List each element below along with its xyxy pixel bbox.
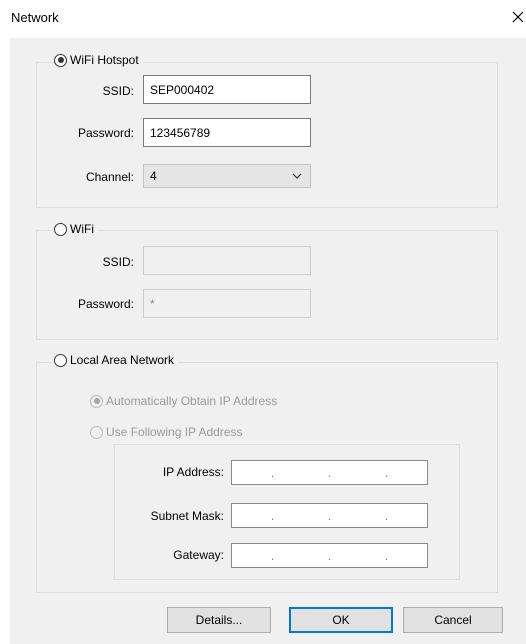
ip-dot: . xyxy=(327,508,332,523)
ok-button-label: OK xyxy=(332,613,350,627)
ok-button[interactable]: OK xyxy=(289,607,393,633)
radio-unchecked-icon[interactable] xyxy=(54,222,67,236)
manual-ip-radio[interactable]: Use Following IP Address xyxy=(90,425,243,439)
ip-dot: . xyxy=(327,548,332,563)
hotspot-ssid-value: SEP000402 xyxy=(150,82,215,97)
radio-unchecked-icon[interactable] xyxy=(90,425,103,439)
ip-dot: . xyxy=(384,465,389,480)
auto-ip-label: Automatically Obtain IP Address xyxy=(106,394,278,408)
wifi-ssid-input[interactable] xyxy=(143,246,311,275)
lan-label: Local Area Network xyxy=(70,353,175,367)
wifi-ssid-label: SSID: xyxy=(102,255,134,269)
hotspot-ssid-input[interactable]: SEP000402 xyxy=(143,75,311,104)
close-icon[interactable] xyxy=(508,6,526,26)
wifi-radio[interactable]: WiFi xyxy=(52,221,98,237)
window-title: Network xyxy=(11,10,59,25)
hotspot-ssid-label: SSID: xyxy=(102,84,134,98)
wifi-password-input[interactable]: * xyxy=(143,289,311,318)
cancel-button[interactable]: Cancel xyxy=(403,607,503,633)
gateway-input[interactable]: . . . xyxy=(231,543,428,568)
wifi-hotspot-radio[interactable]: WiFi Hotspot xyxy=(52,52,143,68)
ip-dot: . xyxy=(270,548,275,563)
hotspot-password-input[interactable]: 123456789 xyxy=(143,118,311,147)
manual-ip-label: Use Following IP Address xyxy=(106,425,243,439)
radio-checked-icon[interactable] xyxy=(90,394,103,408)
ip-dot: . xyxy=(384,548,389,563)
auto-ip-radio[interactable]: Automatically Obtain IP Address xyxy=(90,394,277,408)
ip-address-input[interactable]: . . . xyxy=(231,460,428,485)
ip-dot: . xyxy=(327,465,332,480)
wifi-password-label: Password: xyxy=(77,297,134,311)
hotspot-password-value: 123456789 xyxy=(150,125,211,140)
details-button-label: Details... xyxy=(195,613,243,627)
details-button[interactable]: Details... xyxy=(167,607,271,633)
radio-unchecked-icon[interactable] xyxy=(54,353,67,367)
gateway-label: Gateway: xyxy=(173,548,224,562)
wifi-password-value: * xyxy=(150,296,155,311)
radio-checked-icon[interactable] xyxy=(54,53,67,67)
wifi-hotspot-label: WiFi Hotspot xyxy=(70,53,139,67)
ip-dot: . xyxy=(270,508,275,523)
hotspot-password-label: Password: xyxy=(77,126,134,140)
title-bar: Network xyxy=(0,0,526,34)
lan-radio[interactable]: Local Area Network xyxy=(52,352,179,368)
ip-address-label: IP Address: xyxy=(162,465,224,479)
ip-dot: . xyxy=(384,508,389,523)
chevron-down-icon xyxy=(292,173,302,179)
channel-value: 4 xyxy=(150,169,157,183)
subnet-mask-input[interactable]: . . . xyxy=(231,503,428,528)
subnet-mask-label: Subnet Mask: xyxy=(150,509,224,523)
hotspot-channel-label: Channel: xyxy=(85,170,134,184)
cancel-button-label: Cancel xyxy=(434,613,472,627)
ip-dot: . xyxy=(270,465,275,480)
wifi-label: WiFi xyxy=(70,222,94,236)
channel-select[interactable]: 4 xyxy=(143,164,311,188)
